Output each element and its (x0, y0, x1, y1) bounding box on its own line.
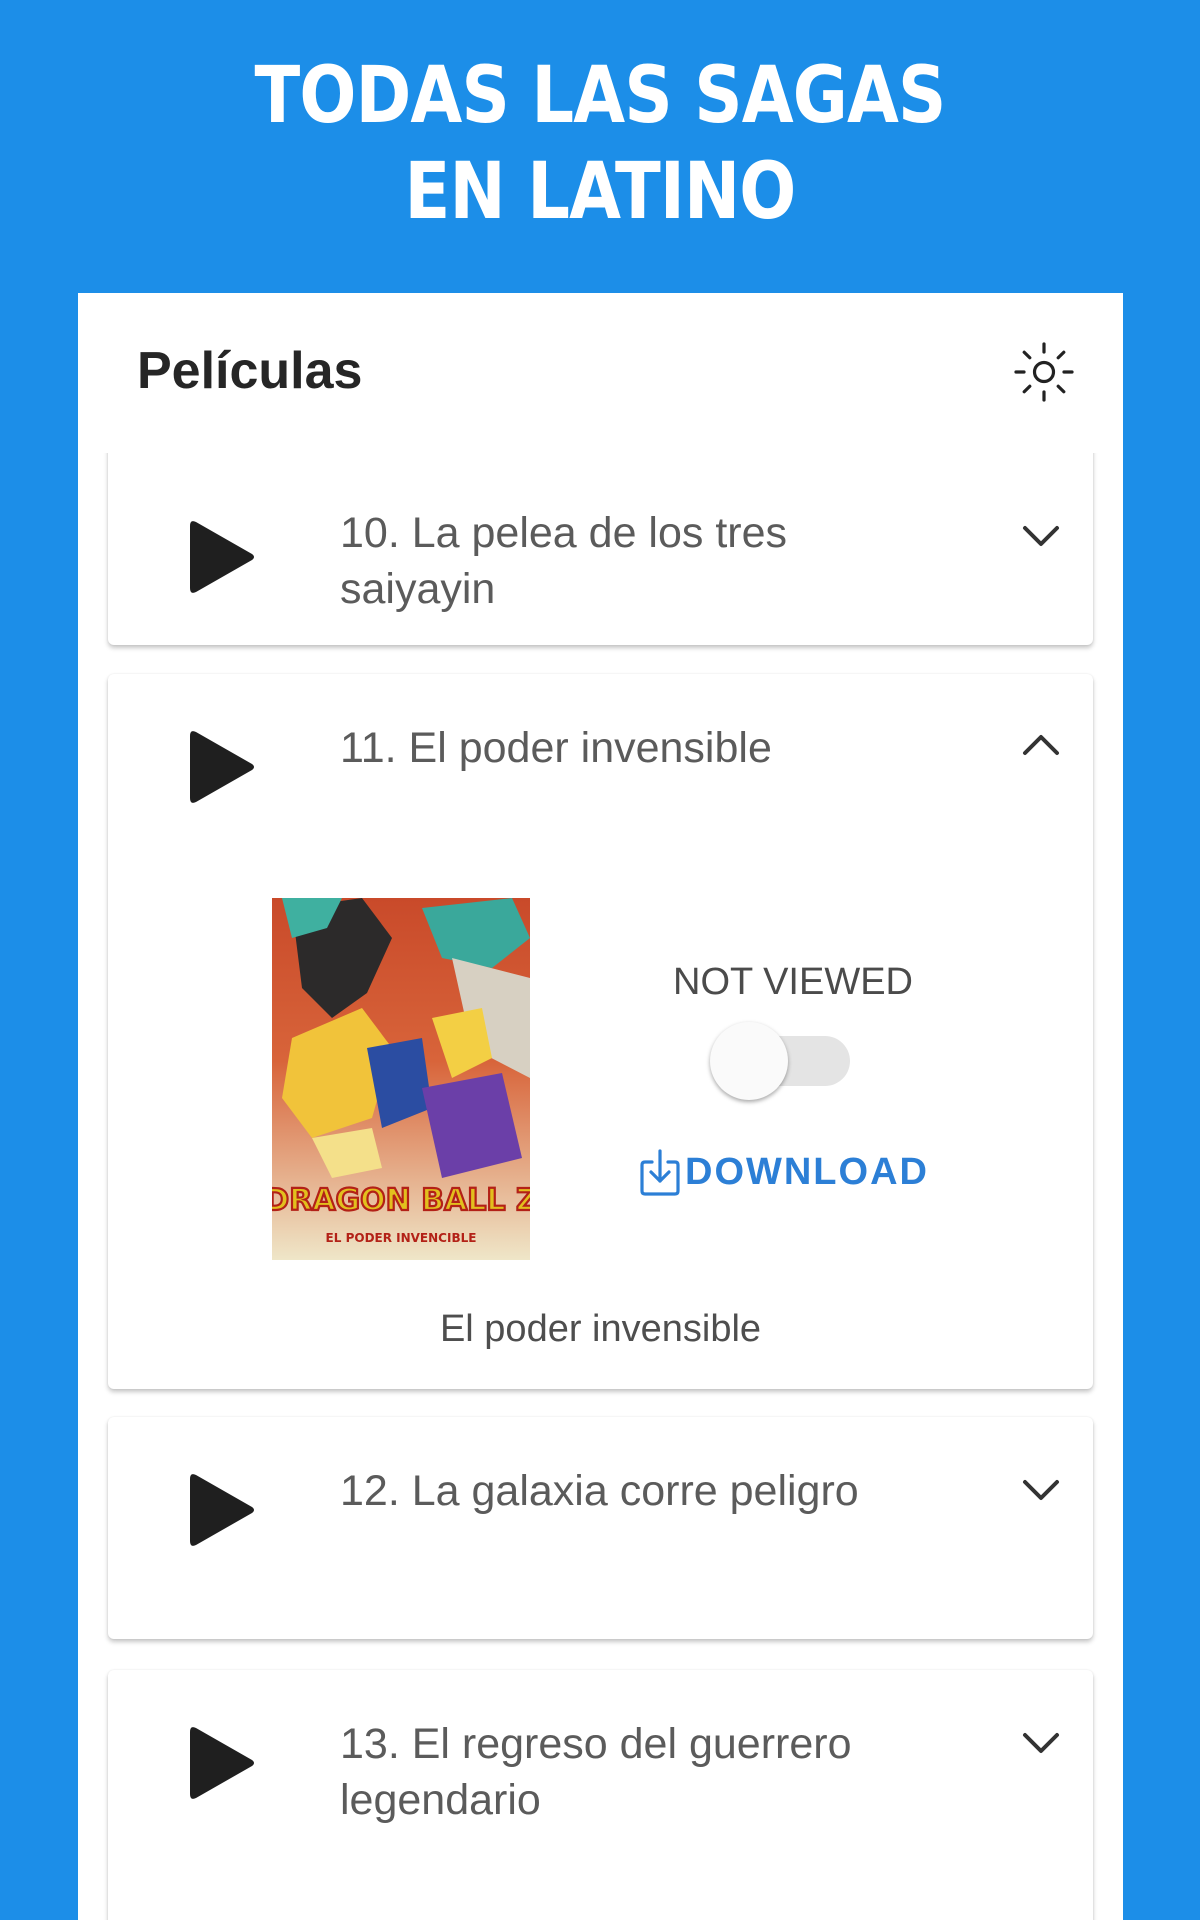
movie-list[interactable]: 10. La pelea de los tres saiyayin 11. El… (78, 453, 1123, 1920)
movie-title: 11. El poder invensible (340, 724, 772, 772)
movie-card-header[interactable]: 13. El regreso del guerrero legendario (108, 1670, 1093, 1920)
poster-image: DRAGON BALL Z EL PODER INVENCIBLE (272, 898, 530, 1260)
movie-caption: El poder invensible (439, 1308, 762, 1350)
movie-title: 12. La galaxia corre peligro (340, 1467, 859, 1515)
movie-title: 13. El regreso del guerrero legendario (340, 1716, 900, 1828)
poster-subtitle: EL PODER INVENCIBLE (326, 1231, 477, 1245)
download-label: DOWNLOAD (685, 1150, 929, 1193)
app-bar: Películas (78, 293, 1123, 453)
movie-title-line-2: saiyayin (340, 565, 496, 613)
play-icon[interactable] (188, 1471, 256, 1549)
movie-card-expanded[interactable]: 11. El poder invensible DRAGON BALL Z EL… (108, 674, 1093, 1389)
page-title: Películas (137, 342, 363, 400)
movie-card-header[interactable]: 10. La pelea de los tres saiyayin (108, 453, 1093, 645)
movie-title-line-2: legendario (340, 1776, 541, 1824)
movie-poster: DRAGON BALL Z EL PODER INVENCIBLE (272, 898, 530, 1260)
movie-card-header[interactable]: 11. El poder invensible (108, 674, 1093, 824)
promo-line-1: TODAS LAS SAGAS (254, 51, 947, 141)
sun-icon (1014, 342, 1074, 402)
download-icon (640, 1149, 680, 1196)
play-icon[interactable] (188, 518, 256, 596)
chevron-up-icon[interactable] (1019, 724, 1063, 768)
chevron-down-icon[interactable] (1019, 513, 1063, 557)
chevron-down-icon[interactable] (1019, 1720, 1063, 1764)
toggle-knob (710, 1022, 788, 1100)
download-button[interactable]: DOWNLOAD (639, 1144, 929, 1200)
promo-line-2: EN LATINO (404, 147, 797, 237)
movie-title-line-1: 10. La pelea de los tres (340, 509, 788, 557)
play-icon[interactable] (188, 1724, 256, 1802)
viewed-status-label: NOT VIEWED (673, 961, 913, 1003)
app-screen: Películas 10. La pelea de los tres saiya… (78, 293, 1123, 1920)
promo-headline: TODAS LAS SAGAS EN LATINO (84, 48, 1116, 240)
movie-card-header[interactable]: 12. La galaxia corre peligro (108, 1417, 1093, 1639)
movie-title: 10. La pelea de los tres saiyayin (340, 505, 900, 617)
poster-logo: DRAGON BALL Z (272, 1183, 530, 1218)
movie-card[interactable]: 12. La galaxia corre peligro (108, 1417, 1093, 1639)
viewed-toggle[interactable] (710, 1014, 854, 1108)
play-icon[interactable] (188, 728, 256, 806)
movie-card[interactable]: 13. El regreso del guerrero legendario (108, 1670, 1093, 1920)
theme-toggle-button[interactable] (1009, 337, 1079, 407)
movie-title-line-1: 13. El regreso del guerrero (340, 1720, 852, 1768)
chevron-down-icon[interactable] (1019, 1467, 1063, 1511)
movie-card[interactable]: 10. La pelea de los tres saiyayin (108, 453, 1093, 645)
